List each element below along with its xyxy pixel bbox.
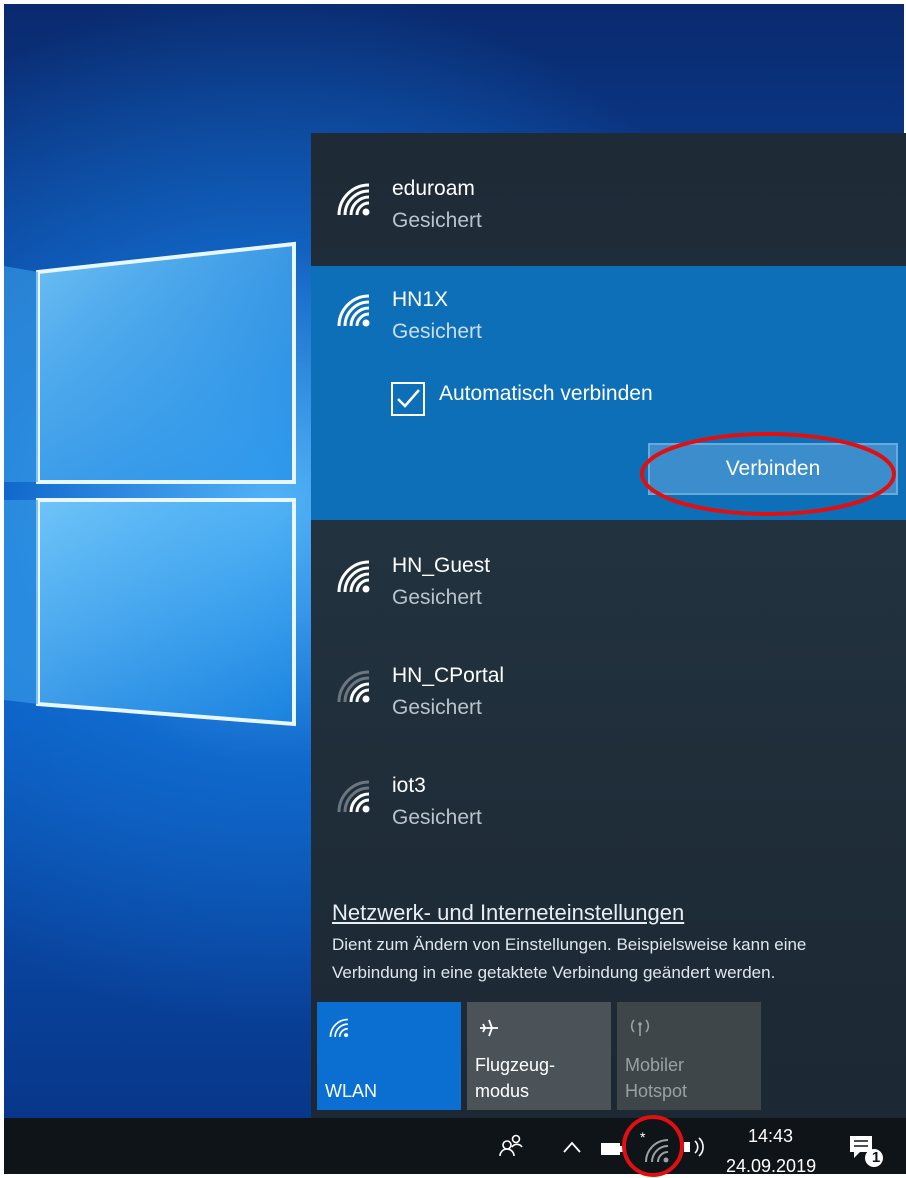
tile-label: WLAN [325, 1081, 378, 1101]
clock-time[interactable]: 14:43 [748, 1126, 793, 1147]
wifi-icon [329, 1018, 349, 1038]
network-item-hn-cportal[interactable]: HN_CPortal Gesichert [311, 630, 906, 740]
auto-connect-checkbox[interactable] [391, 382, 425, 416]
wlan-toggle-tile[interactable]: WLAN [317, 1002, 461, 1110]
tile-label: Flugzeug- modus [475, 1055, 556, 1101]
network-name: HN_CPortal [392, 664, 505, 687]
taskbar: * 14:43 24.09.2019 1 [4, 1118, 906, 1177]
people-icon[interactable] [498, 1132, 524, 1158]
wifi-signal-weak-icon [337, 780, 370, 813]
network-name: HN_Guest [392, 554, 491, 577]
network-settings-link[interactable]: Netzwerk- und Interneteinstellungen [332, 900, 684, 926]
wifi-signal-weak-icon [337, 670, 370, 703]
wifi-tray-icon[interactable]: * [638, 1130, 674, 1164]
network-settings-description: Dient zum Ändern von Einstellungen. Beis… [332, 935, 807, 982]
network-status: Gesichert [392, 696, 482, 719]
volume-icon[interactable] [680, 1136, 710, 1158]
network-status: Gesichert [392, 320, 482, 343]
network-name: iot3 [392, 774, 426, 797]
wifi-signal-icon [337, 183, 370, 216]
tile-label: Mobiler Hotspot [625, 1055, 688, 1101]
connect-button[interactable]: Verbinden [648, 443, 898, 495]
network-item-iot3[interactable]: iot3 Gesichert [311, 740, 906, 850]
network-item-eduroam[interactable]: eduroam Gesichert [311, 133, 906, 243]
network-item-hn-guest[interactable]: HN_Guest Gesichert [311, 520, 906, 630]
clock-date[interactable]: 24.09.2019 [726, 1156, 816, 1177]
auto-connect-label: Automatisch verbinden [439, 382, 653, 405]
airplane-icon [480, 1019, 498, 1037]
network-flyout: eduroam Gesichert HN1X Gesichert Automat… [311, 133, 906, 1118]
network-status: Gesichert [392, 806, 482, 829]
mobile-hotspot-tile[interactable]: Mobiler Hotspot [617, 1002, 761, 1110]
hotspot-icon [630, 1019, 650, 1036]
airplane-mode-tile[interactable]: Flugzeug- modus [467, 1002, 611, 1110]
chevron-up-icon[interactable] [562, 1140, 582, 1154]
network-name: HN1X [392, 288, 449, 311]
network-item-hn1x[interactable]: HN1X Gesichert Automatisch verbinden Ver… [311, 266, 906, 520]
network-status: Gesichert [392, 209, 482, 232]
svg-text:*: * [640, 1130, 646, 1145]
wifi-signal-icon [337, 560, 370, 593]
network-status: Gesichert [392, 586, 482, 609]
checkmark-icon [397, 389, 420, 408]
notification-count-badge: 1 [871, 1149, 881, 1166]
wifi-signal-icon [337, 294, 370, 327]
battery-icon[interactable] [600, 1142, 624, 1156]
network-name: eduroam [392, 177, 475, 200]
